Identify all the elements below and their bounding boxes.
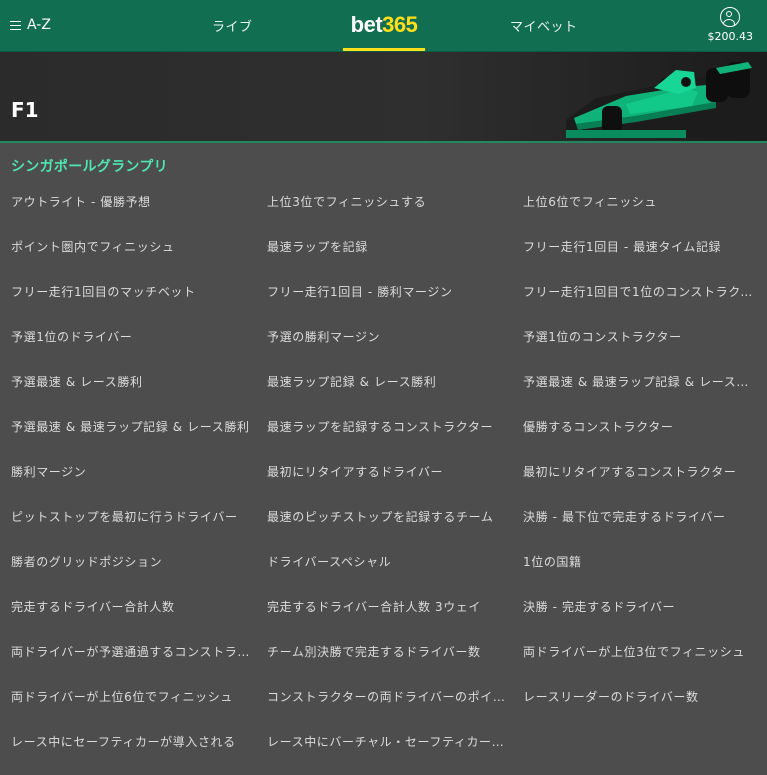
market-link[interactable]: 最初にリタイアするコンストラクター — [523, 450, 767, 495]
market-link[interactable]: 予選最速 & 最速ラップ記録 & レース勝利 — [11, 405, 267, 450]
market-link[interactable]: 両ドライバーが上位3位でフィニッシュ — [523, 630, 767, 675]
market-link[interactable]: 両ドライバーが上位6位でフィニッシュ — [11, 675, 267, 720]
market-link[interactable]: 優勝するコンストラクター — [523, 405, 767, 450]
market-link[interactable]: フリー走行1回目のマッチベット — [11, 270, 267, 315]
a-z-menu-button[interactable]: A-Z — [10, 17, 51, 33]
market-link[interactable]: 完走するドライバー合計人数 3ウェイ — [267, 585, 523, 630]
market-link[interactable]: 最速ラップを記録 — [267, 225, 523, 270]
market-link[interactable]: フリー走行1回目で1位のコンストラクター — [523, 270, 767, 315]
live-tab[interactable]: ライブ — [212, 16, 253, 35]
market-link[interactable]: 最速のピッチストップを記録するチーム — [267, 495, 523, 540]
my-bets-tab[interactable]: マイベット — [510, 16, 578, 35]
market-link[interactable]: 勝利マージン — [11, 450, 267, 495]
market-link[interactable]: 上位3位でフィニッシュする — [267, 180, 523, 225]
market-link[interactable]: ピットストップを最初に行うドライバー — [11, 495, 267, 540]
market-link[interactable]: レース中にセーフティカーが導入される — [11, 720, 267, 765]
logo-text-bet: bet — [350, 12, 383, 37]
sport-banner: F1 — [0, 52, 767, 143]
market-link[interactable]: 予選の勝利マージン — [267, 315, 523, 360]
page-title: F1 — [11, 98, 39, 122]
market-link[interactable]: 完走するドライバー合計人数 — [11, 585, 267, 630]
market-list: アウトライト - 優勝予想 上位3位でフィニッシュする 上位6位でフィニッシュポイン… — [0, 180, 767, 765]
market-link[interactable]: レース中にバーチャル・セーフティカー導入 — [267, 720, 523, 765]
market-link[interactable]: 最初にリタイアするドライバー — [267, 450, 523, 495]
market-link[interactable]: ドライバースペシャル — [267, 540, 523, 585]
logo-text-365: 365 — [382, 12, 418, 37]
market-link[interactable]: アウトライト - 優勝予想 — [11, 180, 267, 225]
market-link[interactable]: 勝者のグリッドポジション — [11, 540, 267, 585]
active-tab-indicator — [343, 48, 425, 51]
event-title: シンガポールグランプリ — [11, 159, 168, 175]
market-link[interactable]: 予選最速 & 最速ラップ記録 & レース勝利 — [523, 360, 767, 405]
a-z-label: A-Z — [27, 17, 51, 33]
hamburger-icon — [10, 20, 21, 30]
market-link[interactable]: フリー走行1回目 - 最速タイム記録 — [523, 225, 767, 270]
top-nav-bar: A-Z ライブ bet365 マイベット $200.43 — [0, 0, 767, 52]
market-link[interactable]: チーム別決勝で完走するドライバー数 — [267, 630, 523, 675]
bet365-logo[interactable]: bet365 — [343, 12, 425, 38]
market-link[interactable]: ポイント圏内でフィニッシュ — [11, 225, 267, 270]
market-link[interactable]: 両ドライバーが予選通過するコンストラクター — [11, 630, 267, 675]
market-link[interactable]: レースリーダーのドライバー数 — [523, 675, 767, 720]
market-link[interactable]: 予選1位のコンストラクター — [523, 315, 767, 360]
market-link[interactable]: 最速ラップ記録 & レース勝利 — [267, 360, 523, 405]
market-link[interactable]: フリー走行1回目 - 勝利マージン — [267, 270, 523, 315]
user-icon — [720, 7, 741, 27]
market-link[interactable]: 予選1位のドライバー — [11, 315, 267, 360]
account-button[interactable]: $200.43 — [707, 7, 754, 43]
market-link[interactable]: 決勝 - 完走するドライバー — [523, 585, 767, 630]
f1-car-image — [566, 62, 756, 138]
market-link[interactable]: 1位の国籍 — [523, 540, 767, 585]
market-link[interactable]: 予選最速 & レース勝利 — [11, 360, 267, 405]
market-link[interactable]: 最速ラップを記録するコンストラクター — [267, 405, 523, 450]
account-balance: $200.43 — [707, 30, 754, 43]
market-link[interactable]: コンストラクターの両ドライバーのポイント — [267, 675, 523, 720]
market-link[interactable]: 上位6位でフィニッシュ — [523, 180, 767, 225]
market-link[interactable]: 決勝 - 最下位で完走するドライバー — [523, 495, 767, 540]
